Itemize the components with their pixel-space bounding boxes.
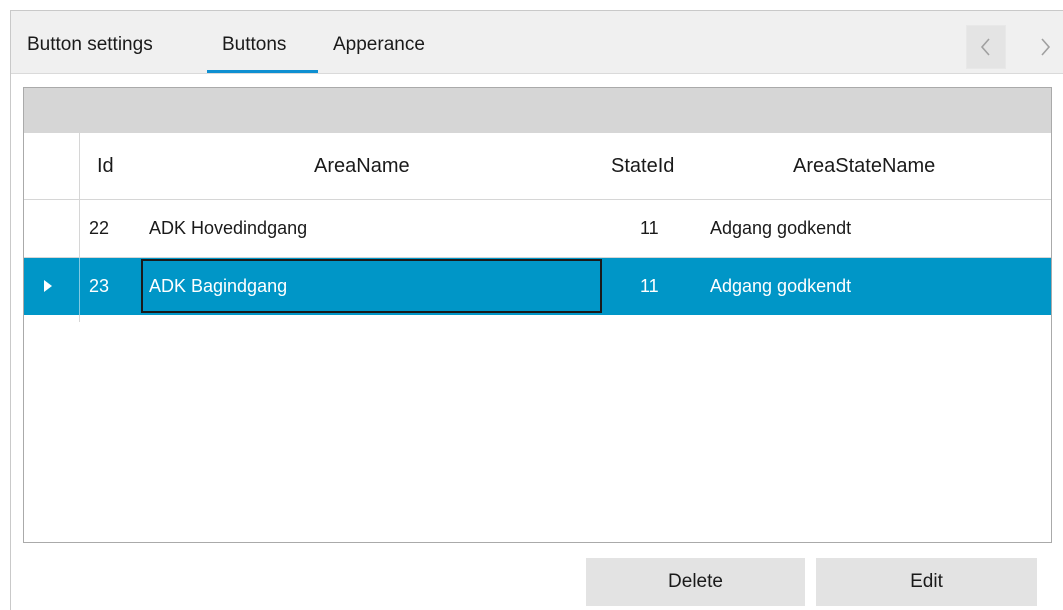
current-row-indicator-icon <box>44 280 52 292</box>
chevron-right-icon <box>1041 38 1051 56</box>
column-header-stateid[interactable]: StateId <box>611 155 674 178</box>
column-header-id[interactable]: Id <box>97 155 114 178</box>
edit-button[interactable]: Edit <box>816 558 1037 606</box>
tab-scroll-prev-button[interactable] <box>966 25 1006 69</box>
table-row-selected[interactable]: 23 ADK Bagindgang 11 Adgang godkendt <box>24 258 1051 315</box>
cell-areastatename[interactable]: Adgang godkendt <box>710 218 851 239</box>
column-header-row: Id AreaName StateId AreaStateName <box>24 133 1051 200</box>
tab-apperance[interactable]: Apperance <box>333 34 425 56</box>
row-header-divider <box>79 258 80 315</box>
data-grid[interactable]: Id AreaName StateId AreaStateName 22 ADK… <box>23 87 1052 543</box>
tab-button-settings[interactable]: Button settings <box>27 34 153 56</box>
tab-buttons[interactable]: Buttons <box>222 34 286 56</box>
cell-areaname[interactable]: ADK Bagindgang <box>149 276 287 297</box>
column-header-areastatename[interactable]: AreaStateName <box>793 155 935 178</box>
cell-id[interactable]: 23 <box>89 276 109 297</box>
cell-stateid[interactable]: 11 <box>640 218 659 239</box>
settings-window: Button settings Buttons Apperance Id Are… <box>10 10 1063 610</box>
tab-bar: Button settings Buttons Apperance <box>11 11 1063 74</box>
cell-areastatename[interactable]: Adgang godkendt <box>710 276 851 297</box>
cell-id[interactable]: 22 <box>89 218 109 239</box>
active-tab-indicator <box>207 70 318 73</box>
cell-stateid[interactable]: 11 <box>640 276 659 297</box>
row-header-divider <box>79 200 80 257</box>
column-header-areaname[interactable]: AreaName <box>314 155 410 178</box>
cell-areaname[interactable]: ADK Hovedindgang <box>149 218 307 239</box>
tab-scroll-next-button[interactable] <box>1025 25 1063 69</box>
chevron-left-icon <box>980 38 990 56</box>
table-row[interactable]: 22 ADK Hovedindgang 11 Adgang godkendt <box>24 200 1051 258</box>
group-panel <box>24 88 1051 133</box>
delete-button[interactable]: Delete <box>586 558 805 606</box>
